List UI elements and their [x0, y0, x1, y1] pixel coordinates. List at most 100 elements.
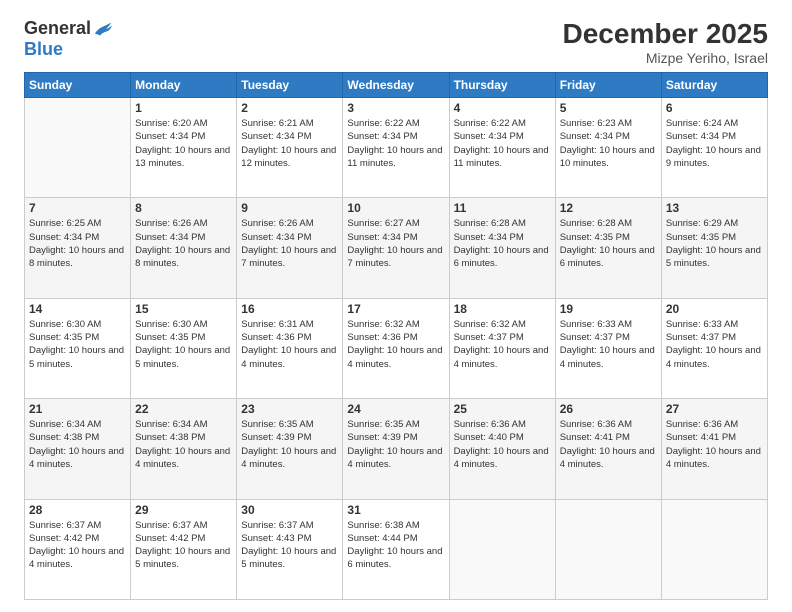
day-info: Sunrise: 6:27 AM Sunset: 4:34 PM Dayligh…	[347, 217, 444, 270]
day-number: 26	[560, 402, 657, 416]
header: General Blue December 2025 Mizpe Yeriho,…	[24, 18, 768, 66]
table-row: 1 Sunrise: 6:20 AM Sunset: 4:34 PM Daylig…	[131, 98, 237, 198]
table-row: 19 Sunrise: 6:33 AM Sunset: 4:37 PM Dayli…	[555, 298, 661, 398]
day-info: Sunrise: 6:38 AM Sunset: 4:44 PM Dayligh…	[347, 519, 444, 572]
table-row: 3 Sunrise: 6:22 AM Sunset: 4:34 PM Daylig…	[343, 98, 449, 198]
day-number: 8	[135, 201, 232, 215]
day-number: 24	[347, 402, 444, 416]
day-number: 21	[29, 402, 126, 416]
day-number: 12	[560, 201, 657, 215]
table-row: 26 Sunrise: 6:36 AM Sunset: 4:41 PM Dayli…	[555, 399, 661, 499]
day-number: 29	[135, 503, 232, 517]
day-number: 5	[560, 101, 657, 115]
day-info: Sunrise: 6:21 AM Sunset: 4:34 PM Dayligh…	[241, 117, 338, 170]
day-number: 19	[560, 302, 657, 316]
table-row: 29 Sunrise: 6:37 AM Sunset: 4:42 PM Dayli…	[131, 499, 237, 599]
day-info: Sunrise: 6:35 AM Sunset: 4:39 PM Dayligh…	[347, 418, 444, 471]
day-info: Sunrise: 6:28 AM Sunset: 4:35 PM Dayligh…	[560, 217, 657, 270]
table-row: 8Sunrise: 6:26 AM Sunset: 4:34 PM Daylig…	[131, 198, 237, 298]
calendar-week-row: 21Sunrise: 6:34 AM Sunset: 4:38 PM Dayli…	[25, 399, 768, 499]
day-info: Sunrise: 6:26 AM Sunset: 4:34 PM Dayligh…	[241, 217, 338, 270]
day-info: Sunrise: 6:22 AM Sunset: 4:34 PM Dayligh…	[347, 117, 444, 170]
day-number: 6	[666, 101, 763, 115]
day-info: Sunrise: 6:37 AM Sunset: 4:43 PM Dayligh…	[241, 519, 338, 572]
table-row: 18 Sunrise: 6:32 AM Sunset: 4:37 PM Dayli…	[449, 298, 555, 398]
day-number: 14	[29, 302, 126, 316]
col-tuesday: Tuesday	[237, 73, 343, 98]
day-info: Sunrise: 6:32 AM Sunset: 4:36 PM Dayligh…	[347, 318, 444, 371]
day-number: 31	[347, 503, 444, 517]
table-row	[555, 499, 661, 599]
day-info: Sunrise: 6:33 AM Sunset: 4:37 PM Dayligh…	[560, 318, 657, 371]
col-sunday: Sunday	[25, 73, 131, 98]
day-number: 25	[454, 402, 551, 416]
table-row: 13 Sunrise: 6:29 AM Sunset: 4:35 PM Dayli…	[661, 198, 767, 298]
table-row: 11 Sunrise: 6:28 AM Sunset: 4:34 PM Dayli…	[449, 198, 555, 298]
table-row: 4 Sunrise: 6:22 AM Sunset: 4:34 PM Daylig…	[449, 98, 555, 198]
day-number: 1	[135, 101, 232, 115]
table-row: 23 Sunrise: 6:35 AM Sunset: 4:39 PM Dayli…	[237, 399, 343, 499]
day-number: 20	[666, 302, 763, 316]
day-info: Sunrise: 6:37 AM Sunset: 4:42 PM Dayligh…	[135, 519, 232, 572]
calendar-table: Sunday Monday Tuesday Wednesday Thursday…	[24, 72, 768, 600]
logo-bird-icon	[93, 20, 113, 38]
table-row: 28Sunrise: 6:37 AM Sunset: 4:42 PM Dayli…	[25, 499, 131, 599]
calendar-week-row: 28 Sunrise: 6:37 AM Sunset: 4:42 PM Dayli…	[25, 499, 768, 599]
day-info: Sunrise: 6:36 AM Sunset: 4:41 PM Dayligh…	[666, 418, 763, 471]
logo-blue-text: Blue	[24, 39, 63, 60]
day-number: 27	[666, 402, 763, 416]
table-row: 25 Sunrise: 6:36 AM Sunset: 4:40 PM Dayli…	[449, 399, 555, 499]
day-info: Sunrise: 6:30 AM Sunset: 4:35 PM Dayligh…	[135, 318, 232, 371]
day-info: Sunrise: 6:32 AM Sunset: 4:37 PM Dayligh…	[454, 318, 551, 371]
table-row: 14 Sunrise: 6:30 AM Sunset: 4:35 PM Dayli…	[25, 298, 131, 398]
calendar-week-row: 14 Sunrise: 6:30 AM Sunset: 4:35 PM Dayli…	[25, 298, 768, 398]
day-number: 9	[241, 201, 338, 215]
col-wednesday: Wednesday	[343, 73, 449, 98]
day-info: Sunrise: 6:36 AM Sunset: 4:41 PM Dayligh…	[560, 418, 657, 471]
day-number: 18	[454, 302, 551, 316]
day-info: Sunrise: 6:30 AM Sunset: 4:35 PM Dayligh…	[29, 318, 126, 371]
day-info: Sunrise: 6:28 AM Sunset: 4:34 PM Dayligh…	[454, 217, 551, 270]
table-row: 7Sunrise: 6:25 AM Sunset: 4:34 PM Daylig…	[25, 198, 131, 298]
day-info: Sunrise: 6:25 AM Sunset: 4:34 PM Dayligh…	[29, 217, 126, 270]
day-number: 4	[454, 101, 551, 115]
day-info: Sunrise: 6:20 AM Sunset: 4:34 PM Dayligh…	[135, 117, 232, 170]
day-info: Sunrise: 6:36 AM Sunset: 4:40 PM Dayligh…	[454, 418, 551, 471]
day-number: 23	[241, 402, 338, 416]
day-info: Sunrise: 6:23 AM Sunset: 4:34 PM Dayligh…	[560, 117, 657, 170]
table-row: 30 Sunrise: 6:37 AM Sunset: 4:43 PM Dayli…	[237, 499, 343, 599]
day-info: Sunrise: 6:31 AM Sunset: 4:36 PM Dayligh…	[241, 318, 338, 371]
table-row: 2Sunrise: 6:21 AM Sunset: 4:34 PM Daylig…	[237, 98, 343, 198]
col-monday: Monday	[131, 73, 237, 98]
logo: General Blue	[24, 18, 113, 60]
day-number: 11	[454, 201, 551, 215]
table-row: 20 Sunrise: 6:33 AM Sunset: 4:37 PM Dayli…	[661, 298, 767, 398]
day-info: Sunrise: 6:24 AM Sunset: 4:34 PM Dayligh…	[666, 117, 763, 170]
location: Mizpe Yeriho, Israel	[563, 50, 768, 66]
day-info: Sunrise: 6:29 AM Sunset: 4:35 PM Dayligh…	[666, 217, 763, 270]
day-number: 15	[135, 302, 232, 316]
table-row	[661, 499, 767, 599]
table-row: 15 Sunrise: 6:30 AM Sunset: 4:35 PM Dayli…	[131, 298, 237, 398]
day-number: 28	[29, 503, 126, 517]
table-row: 6 Sunrise: 6:24 AM Sunset: 4:34 PM Daylig…	[661, 98, 767, 198]
table-row: 17Sunrise: 6:32 AM Sunset: 4:36 PM Dayli…	[343, 298, 449, 398]
day-number: 3	[347, 101, 444, 115]
table-row: 24 Sunrise: 6:35 AM Sunset: 4:39 PM Dayli…	[343, 399, 449, 499]
day-info: Sunrise: 6:33 AM Sunset: 4:37 PM Dayligh…	[666, 318, 763, 371]
table-row: 12 Sunrise: 6:28 AM Sunset: 4:35 PM Dayli…	[555, 198, 661, 298]
table-row: 5 Sunrise: 6:23 AM Sunset: 4:34 PM Daylig…	[555, 98, 661, 198]
table-row: 21Sunrise: 6:34 AM Sunset: 4:38 PM Dayli…	[25, 399, 131, 499]
day-number: 13	[666, 201, 763, 215]
page: General Blue December 2025 Mizpe Yeriho,…	[0, 0, 792, 612]
title-area: December 2025 Mizpe Yeriho, Israel	[563, 18, 768, 66]
day-number: 10	[347, 201, 444, 215]
table-row: 9 Sunrise: 6:26 AM Sunset: 4:34 PM Daylig…	[237, 198, 343, 298]
calendar-week-row: 1 Sunrise: 6:20 AM Sunset: 4:34 PM Daylig…	[25, 98, 768, 198]
day-info: Sunrise: 6:22 AM Sunset: 4:34 PM Dayligh…	[454, 117, 551, 170]
table-row: 27 Sunrise: 6:36 AM Sunset: 4:41 PM Dayli…	[661, 399, 767, 499]
col-thursday: Thursday	[449, 73, 555, 98]
day-info: Sunrise: 6:35 AM Sunset: 4:39 PM Dayligh…	[241, 418, 338, 471]
col-saturday: Saturday	[661, 73, 767, 98]
day-number: 30	[241, 503, 338, 517]
